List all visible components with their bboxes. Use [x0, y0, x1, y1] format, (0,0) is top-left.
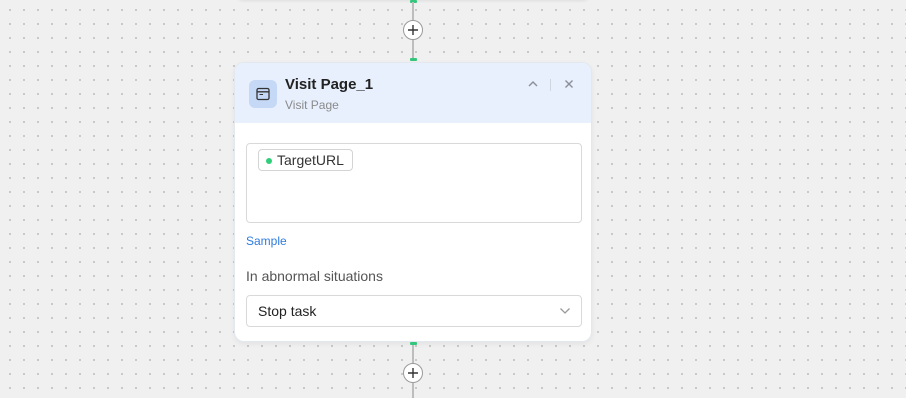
connector-line-bottom [412, 345, 414, 363]
plus-icon [408, 368, 418, 378]
connector-line-bottom-lower [412, 383, 414, 398]
close-icon[interactable] [562, 77, 576, 91]
connector-line-top-lower [412, 40, 414, 58]
visit-page-node-card[interactable]: Visit Page_1 Visit Page TargetURL Sample… [234, 62, 592, 342]
abnormal-action-select[interactable]: Stop task [246, 295, 582, 327]
connector-line-top [412, 2, 414, 20]
header-divider [550, 79, 551, 91]
abnormal-action-value: Stop task [258, 303, 317, 319]
chevron-down-icon [559, 306, 571, 316]
variable-status-dot [266, 158, 272, 164]
node-subtitle: Visit Page [285, 98, 339, 112]
browser-window-icon [249, 80, 277, 108]
abnormal-situations-label: In abnormal situations [246, 268, 383, 284]
url-input[interactable]: TargetURL [246, 143, 582, 223]
add-step-button-bottom[interactable] [403, 363, 423, 383]
node-title[interactable]: Visit Page_1 [285, 76, 373, 93]
node-header[interactable]: Visit Page_1 Visit Page [235, 63, 591, 123]
add-step-button-top[interactable] [403, 20, 423, 40]
input-port[interactable] [410, 58, 417, 61]
plus-icon [408, 25, 418, 35]
variable-chip-label: TargetURL [277, 152, 344, 168]
sample-link[interactable]: Sample [246, 234, 287, 248]
variable-chip[interactable]: TargetURL [258, 149, 353, 171]
collapse-icon[interactable] [526, 77, 540, 91]
